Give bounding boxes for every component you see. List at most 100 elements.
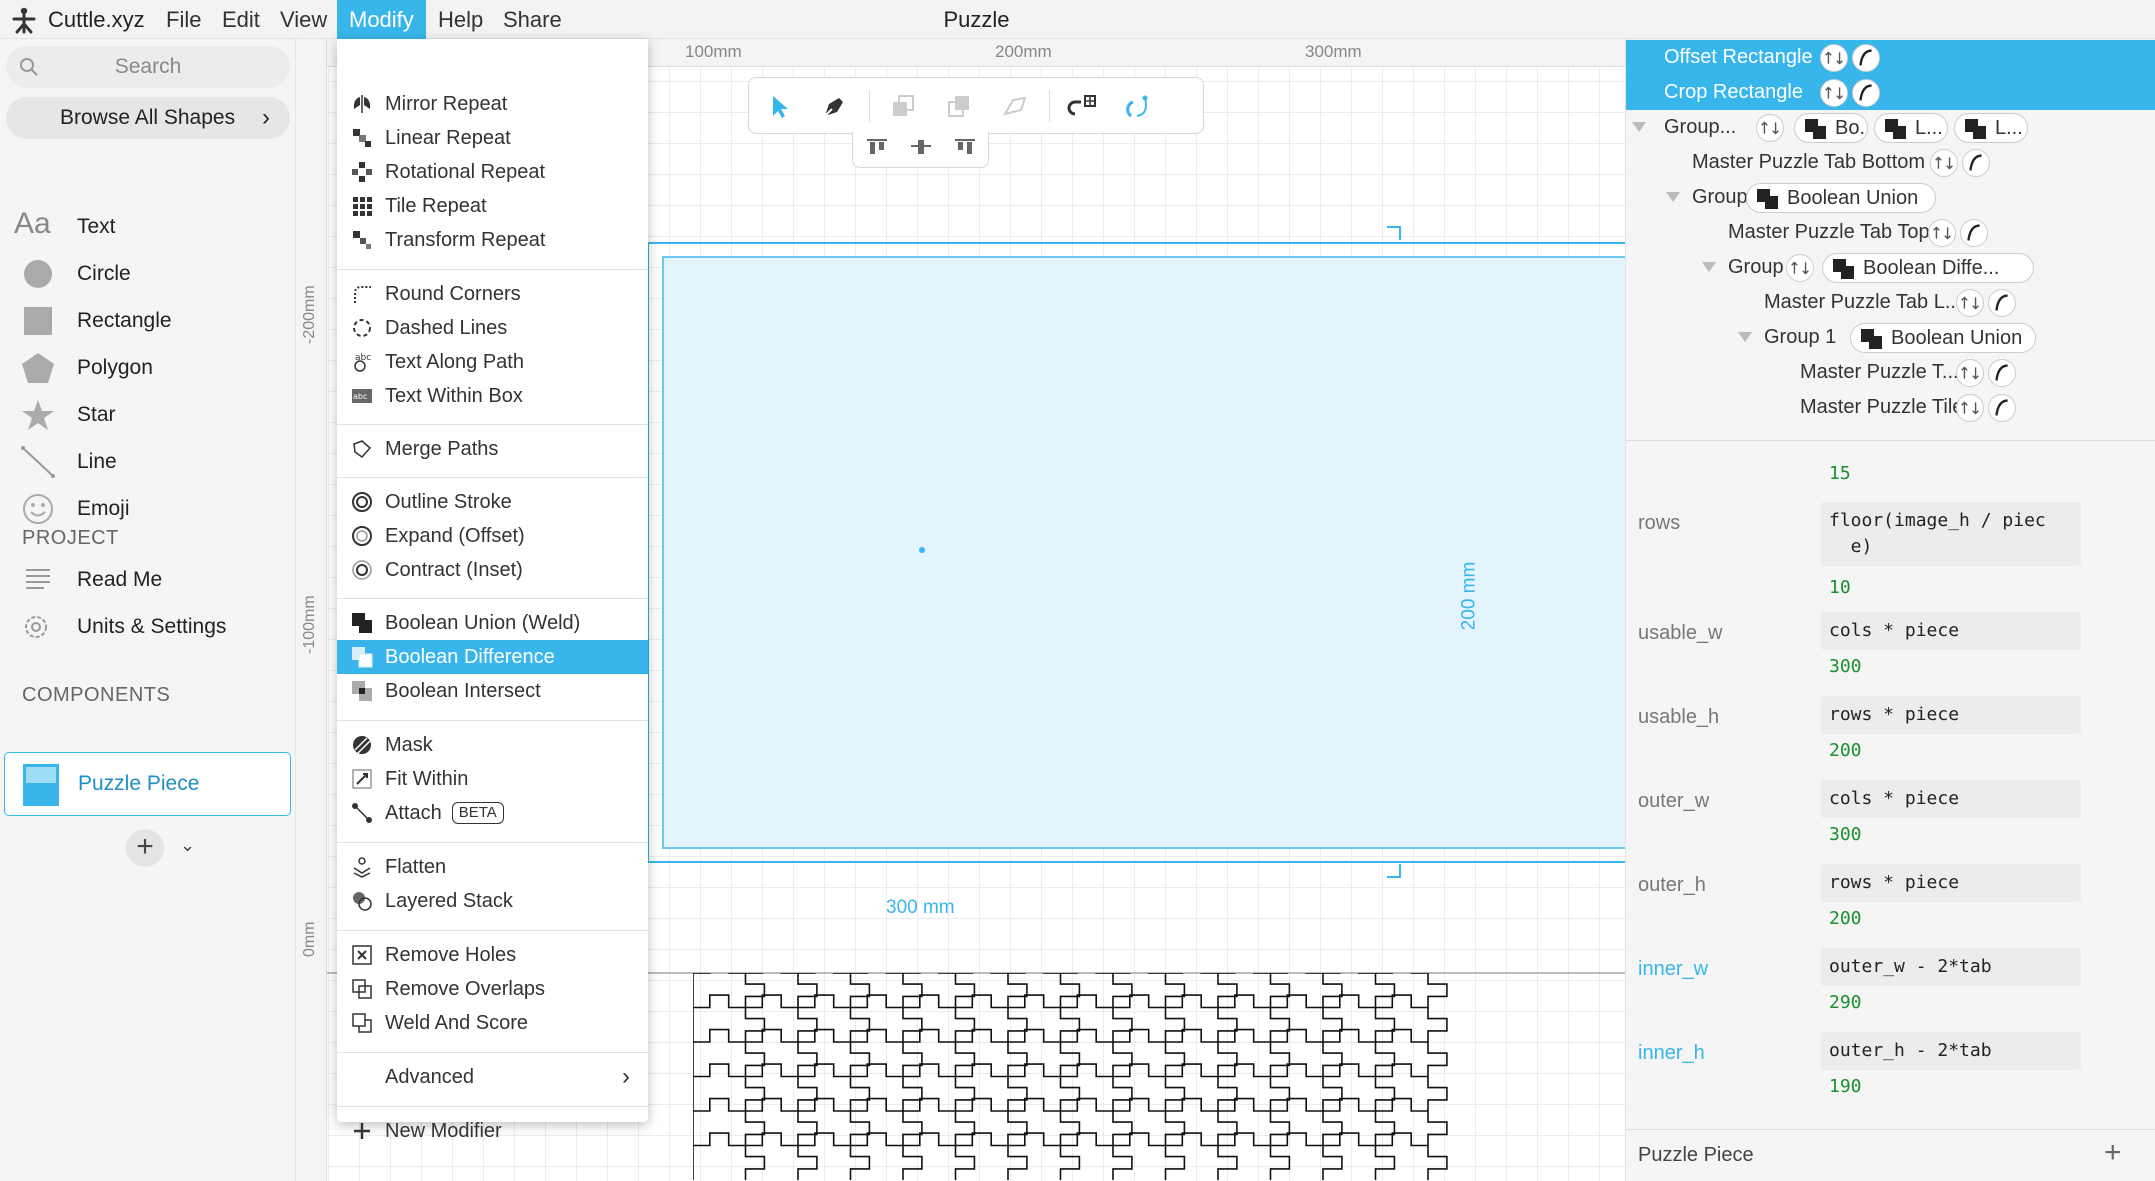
path-curve-icon[interactable] — [1988, 394, 2016, 422]
transform-toggle-icon[interactable] — [1928, 219, 1956, 247]
shape-emoji[interactable]: Emoji — [0, 485, 296, 532]
param-expression-input[interactable]: cols * piece — [1821, 780, 2081, 818]
path-curve-icon[interactable] — [1988, 289, 2016, 317]
transform-toggle-icon[interactable] — [1786, 254, 1814, 282]
tree-row-master-puzzle-tab-bottom[interactable]: Master Puzzle Tab Bottom — [1626, 145, 2155, 180]
align-center-icon[interactable] — [909, 138, 933, 160]
menu-item-weld-and-score[interactable]: Weld And Score — [337, 1006, 648, 1040]
menu-item-attach[interactable]: Attach BETA — [337, 796, 648, 830]
transform-toggle-icon[interactable] — [1956, 394, 1984, 422]
browse-all-shapes-button[interactable]: Browse All Shapes › — [6, 97, 290, 139]
shape-line[interactable]: Line — [0, 438, 296, 485]
select-arrow-icon[interactable] — [763, 90, 795, 122]
path-curve-icon[interactable] — [1962, 149, 1990, 177]
menu-item-layered-stack[interactable]: Layered Stack — [337, 884, 648, 918]
modifier-chip[interactable]: Boolean Union — [1746, 183, 1936, 213]
expand-triangle-icon[interactable] — [1702, 262, 1716, 272]
menu-separator — [337, 424, 648, 425]
menu-item-flatten[interactable]: Flatten — [337, 850, 648, 884]
menu-item-fit-within[interactable]: Fit Within — [337, 762, 648, 796]
snap-path-magnet-icon[interactable] — [1123, 90, 1155, 122]
modifier-chip[interactable]: Boolean Union — [1850, 323, 2036, 353]
modifier-chip[interactable]: Boolean Diffe... — [1822, 253, 2034, 283]
param-expression-input[interactable]: outer_h - 2*tab — [1821, 1032, 2081, 1070]
menu-item-expand-offset[interactable]: Expand (Offset) — [337, 519, 648, 553]
menu-item-boolean-union-weld[interactable]: Boolean Union (Weld) — [337, 606, 648, 640]
add-parameter-button[interactable]: + — [2104, 1130, 2122, 1176]
modifier-chip[interactable]: Bo... — [1794, 113, 1868, 143]
tree-row-group-1[interactable]: Group 1 Boolean Union — [1626, 320, 2155, 355]
menu-item-text-within-box[interactable]: abc Text Within Box — [337, 379, 648, 413]
transform-icon[interactable] — [999, 90, 1031, 122]
selection-handle[interactable] — [1387, 864, 1401, 878]
shape-rectangle[interactable]: Rectangle — [0, 297, 296, 344]
project-item-read-me[interactable]: Read Me — [0, 556, 296, 603]
menu-item-merge-paths[interactable]: Merge Paths — [337, 432, 648, 466]
expand-triangle-icon[interactable] — [1738, 332, 1752, 342]
bring-forward-icon[interactable] — [887, 90, 919, 122]
project-item-units-settings[interactable]: Units & Settings — [0, 603, 296, 650]
transform-toggle-icon[interactable] — [1956, 359, 1984, 387]
transform-toggle-icon[interactable] — [1956, 289, 1984, 317]
transform-toggle-icon[interactable] — [1930, 149, 1958, 177]
menu-item-boolean-difference[interactable]: Boolean Difference — [337, 640, 648, 674]
param-expression-input[interactable]: rows * piece — [1821, 864, 2081, 902]
menu-item-contract-inset[interactable]: Contract (Inset) — [337, 553, 648, 587]
menu-item-rotational-repeat[interactable]: Rotational Repeat — [337, 155, 648, 189]
expand-triangle-icon[interactable] — [1666, 192, 1680, 202]
snap-grid-magnet-icon[interactable] — [1067, 90, 1099, 122]
menu-item-remove-overlaps[interactable]: Remove Overlaps — [337, 972, 648, 1006]
param-expression-input[interactable]: outer_w - 2*tab — [1821, 948, 2081, 986]
pen-tool-icon[interactable] — [819, 90, 851, 122]
align-bottom-icon[interactable] — [953, 138, 977, 160]
transform-toggle-icon[interactable] — [1820, 44, 1848, 72]
tree-row-master-puzzle-t[interactable]: Master Puzzle T... — [1626, 355, 2155, 390]
selection-handle[interactable] — [1387, 226, 1401, 240]
shape-star[interactable]: Star — [0, 391, 296, 438]
tree-row-master-puzzle-tile[interactable]: Master Puzzle Tile — [1626, 390, 2155, 425]
param-expression-input[interactable]: rows * piece — [1821, 696, 2081, 734]
puzzle-grid-preview[interactable] — [693, 973, 1625, 1181]
send-backward-icon[interactable] — [943, 90, 975, 122]
tree-row-master-puzzle-tab-l[interactable]: Master Puzzle Tab L... — [1626, 285, 2155, 320]
param-expression-input[interactable]: cols * piece — [1821, 612, 2081, 650]
add-component-button[interactable]: + — [126, 829, 164, 867]
chevron-down-icon[interactable]: ⌄ — [180, 835, 195, 856]
menu-item-text-along-path[interactable]: abc Text Along Path — [337, 345, 648, 379]
menu-item-linear-repeat[interactable]: Linear Repeat — [337, 121, 648, 155]
menu-item-round-corners[interactable]: Round Corners — [337, 277, 648, 311]
modifier-chip[interactable]: L... — [1874, 113, 1948, 143]
shape-text[interactable]: Aa Text — [0, 203, 296, 250]
search-input[interactable]: Search — [6, 46, 290, 88]
tree-row-offset-rectangle[interactable]: Offset Rectangle — [1626, 40, 2155, 75]
menu-item-tile-repeat[interactable]: Tile Repeat — [337, 189, 648, 223]
tree-row-master-puzzle-tab-top[interactable]: Master Puzzle Tab Top — [1626, 215, 2155, 250]
path-curve-icon[interactable] — [1852, 44, 1880, 72]
menu-item-dashed-lines[interactable]: Dashed Lines — [337, 311, 648, 345]
menu-item-remove-holes[interactable]: Remove Holes — [337, 938, 648, 972]
menu-item-boolean-intersect[interactable]: Boolean Intersect — [337, 674, 648, 708]
path-curve-icon[interactable] — [1852, 79, 1880, 107]
component-puzzle-piece[interactable]: Puzzle Piece — [4, 752, 291, 816]
shape-polygon[interactable]: Polygon — [0, 344, 296, 391]
menu-item-advanced[interactable]: Advanced › — [337, 1060, 648, 1094]
param-expression-input[interactable]: floor(image_h / piec e) — [1821, 502, 2081, 566]
transform-toggle-icon[interactable] — [1756, 114, 1784, 142]
menu-item-mask[interactable]: Mask — [337, 728, 648, 762]
menu-item-new-modifier[interactable]: New Modifier — [337, 1114, 648, 1148]
transform-toggle-icon[interactable] — [1820, 79, 1848, 107]
expand-triangle-icon[interactable] — [1632, 122, 1646, 132]
menu-item-outline-stroke[interactable]: Outline Stroke — [337, 485, 648, 519]
align-top-icon[interactable] — [865, 138, 889, 160]
crop-rectangle-shape[interactable] — [662, 256, 1625, 849]
menu-item-mirror-repeat[interactable]: Mirror Repeat — [337, 87, 648, 121]
tree-row-group-2[interactable]: Group 2 Boolean Diffe... — [1626, 250, 2155, 285]
path-curve-icon[interactable] — [1988, 359, 2016, 387]
tree-row-crop-rectangle[interactable]: Crop Rectangle — [1626, 75, 2155, 110]
menu-item-transform-repeat[interactable]: Transform Repeat — [337, 223, 648, 257]
modifier-chip[interactable]: L... — [1954, 113, 2028, 143]
path-curve-icon[interactable] — [1960, 219, 1988, 247]
tree-row-group[interactable]: Group... Bo... L... L... — [1626, 110, 2155, 145]
shape-circle[interactable]: Circle — [0, 250, 296, 297]
tree-row-group-3[interactable]: Group 3 Boolean Union — [1626, 180, 2155, 215]
